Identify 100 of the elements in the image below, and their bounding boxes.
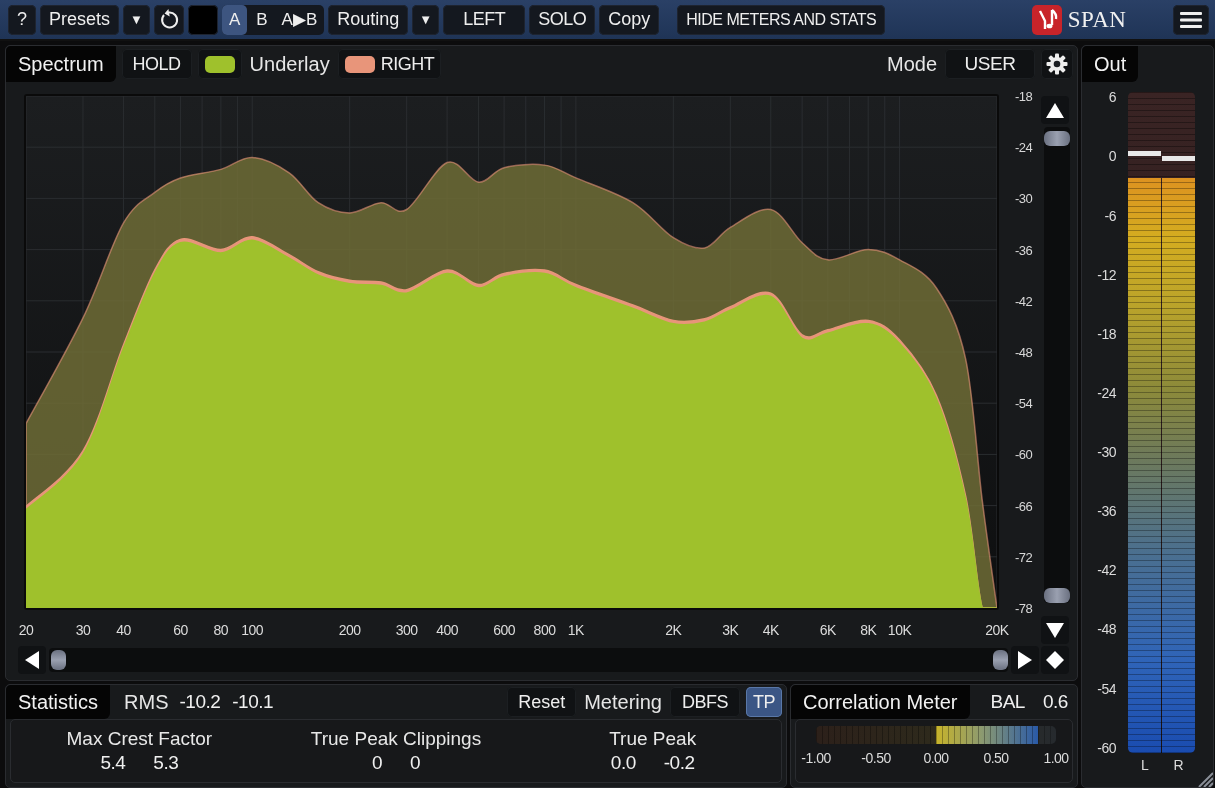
down-arrow-icon <box>1046 622 1064 638</box>
statistic-label: Max Crest Factor <box>66 728 213 750</box>
range-scrollbar[interactable] <box>49 648 1008 672</box>
rms-value: -10.2 <box>178 691 222 713</box>
presets-dropdown-button[interactable]: ▼ <box>123 4 150 35</box>
undo-button[interactable] <box>153 4 184 35</box>
x-axis-label: 3K <box>722 622 739 638</box>
x-axis-label: 8K <box>860 622 877 638</box>
meter-scale-label: -30 <box>1097 444 1116 461</box>
correlation-scale-label: 0.00 <box>923 750 949 766</box>
menu-icon <box>1180 10 1202 29</box>
x-axis-label: 30 <box>75 622 91 638</box>
correlation-scale-label: -0.50 <box>861 750 891 766</box>
range-handle[interactable] <box>1044 588 1070 603</box>
panel-tab[interactable]: Correlation Meter <box>791 685 970 719</box>
channel-label: L <box>1140 756 1150 775</box>
channel-button[interactable]: LEFT <box>443 4 526 35</box>
meter-scale-label: 0 <box>1108 148 1116 165</box>
preset-slot-button[interactable]: B <box>249 4 275 35</box>
hold-button[interactable]: HOLD <box>121 49 192 79</box>
y-axis-label: -48 <box>1015 344 1033 360</box>
preset-slot-button[interactable]: A <box>221 4 248 35</box>
y-axis-label: -72 <box>1015 549 1033 565</box>
rms-label: RMS <box>123 690 170 714</box>
metering-selector[interactable]: DBFS <box>670 687 740 717</box>
meter-scale-label: -36 <box>1097 503 1116 520</box>
x-axis-label: 40 <box>116 622 131 638</box>
hide-meters-button[interactable]: HIDE METERS AND STATS <box>677 4 886 35</box>
menu-button[interactable] <box>1173 4 1209 35</box>
y-axis-label: -78 <box>1015 600 1033 616</box>
range-handle[interactable] <box>1044 131 1070 146</box>
color-swatch-button[interactable] <box>187 4 218 35</box>
copy-button[interactable]: Copy <box>599 4 660 35</box>
statistic-value: 5.4 <box>99 752 127 774</box>
x-axis-label: 10K <box>887 622 912 638</box>
balance-value: 0.6 <box>1041 691 1069 713</box>
panel-tab[interactable]: Out <box>1082 46 1139 82</box>
statistic-value: 5.3 <box>152 752 180 774</box>
solo-button[interactable]: SOLO <box>529 4 596 35</box>
resize-grip-icon[interactable] <box>1197 771 1213 787</box>
meter-scale-label: -12 <box>1097 266 1116 283</box>
reset-view-button[interactable] <box>1041 646 1069 674</box>
y-axis-label: -66 <box>1015 498 1033 514</box>
right-arrow-icon <box>1018 651 1032 669</box>
meter-scale-label: -6 <box>1104 207 1116 224</box>
y-axis-label: -36 <box>1015 242 1033 258</box>
range-handle[interactable] <box>993 650 1008 670</box>
up-arrow-icon <box>1046 102 1064 118</box>
balance-label: BAL <box>989 691 1026 713</box>
trace-color-button[interactable] <box>197 49 242 79</box>
meter-scale-label: -24 <box>1097 384 1116 401</box>
meter-scale-label: -54 <box>1097 680 1116 697</box>
meter-scale-label: -60 <box>1097 739 1116 756</box>
meter-scale-label: -42 <box>1097 562 1116 579</box>
meter-scale-label: -18 <box>1097 325 1116 342</box>
help-button[interactable]: ? <box>8 4 36 35</box>
diamond-icon <box>1046 651 1064 669</box>
x-axis-label: 60 <box>173 622 188 638</box>
routing-button[interactable]: Routing <box>328 4 409 35</box>
scroll-left-button[interactable] <box>18 646 46 674</box>
trace-color-button[interactable]: RIGHT <box>337 49 442 79</box>
y-axis-label: -18 <box>1015 88 1033 104</box>
statistic-value: 0 <box>370 752 383 774</box>
rms-value: -10.1 <box>231 691 275 713</box>
routing-dropdown-button[interactable]: ▼ <box>412 4 440 35</box>
y-axis-label: -42 <box>1015 293 1033 309</box>
x-axis-label: 2K <box>665 622 682 638</box>
settings-button[interactable] <box>1041 49 1073 79</box>
scroll-up-button[interactable] <box>1041 96 1069 124</box>
x-axis-label: 300 <box>395 622 418 638</box>
y-axis-label: -54 <box>1015 395 1033 411</box>
scroll-down-button[interactable] <box>1041 616 1069 644</box>
statistic-label: True Peak Clippings <box>310 728 482 750</box>
x-axis-label: 800 <box>533 622 556 638</box>
x-axis-label: 200 <box>338 622 361 638</box>
mode-selector[interactable]: USER <box>945 49 1035 79</box>
x-axis-label: 400 <box>436 622 458 638</box>
true-peak-toggle[interactable]: TP <box>746 687 782 717</box>
x-axis-label: 6K <box>819 622 836 638</box>
metering-label: Metering <box>583 690 663 714</box>
correlation-scale-label: 1.00 <box>1043 750 1069 766</box>
panel-tab[interactable]: Spectrum <box>6 46 116 82</box>
mode-label: Mode <box>885 52 938 76</box>
range-scrollbar[interactable] <box>1044 127 1070 603</box>
meter-scale-label: -48 <box>1097 621 1116 638</box>
reset-button[interactable]: Reset <box>507 687 577 717</box>
range-handle[interactable] <box>51 650 66 670</box>
presets-button[interactable]: Presets <box>40 4 120 35</box>
statistic-value: 0.0 <box>609 752 637 774</box>
x-axis-label: 600 <box>493 622 515 638</box>
statistic-label: True Peak <box>609 728 697 750</box>
y-axis-label: -30 <box>1015 190 1033 206</box>
channel-label: R <box>1172 756 1185 775</box>
panel-tab[interactable]: Statistics <box>6 685 111 719</box>
correlation-scale-label: -1.00 <box>801 750 831 766</box>
scroll-right-button[interactable] <box>1011 646 1039 674</box>
x-axis-label: 1K <box>567 622 584 638</box>
statistic-value: -0.2 <box>662 752 696 774</box>
underlay-label: Underlay <box>248 52 331 76</box>
copy-a-to-b-button[interactable]: A▶B <box>276 4 325 35</box>
